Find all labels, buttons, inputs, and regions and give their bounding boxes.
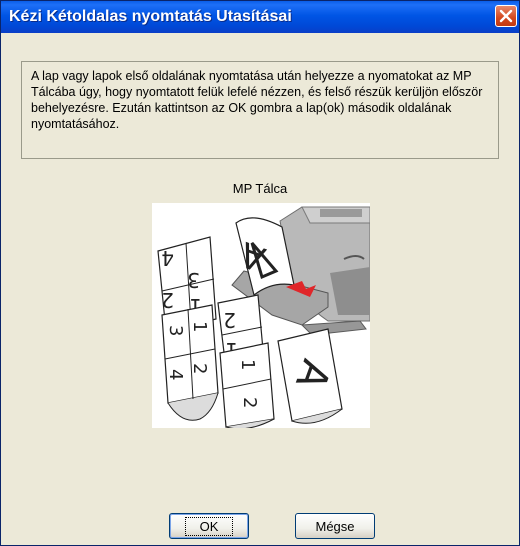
svg-text:1: 1 <box>237 359 258 370</box>
sheet-number-2: 2 <box>161 288 174 312</box>
svg-text:2: 2 <box>239 397 260 408</box>
svg-text:2: 2 <box>223 308 236 332</box>
ok-button-label: OK <box>184 516 234 536</box>
manual-duplex-illustration: A 4 3 2 1 2 1 <box>152 203 371 430</box>
close-button[interactable] <box>495 5 517 27</box>
svg-text:4: 4 <box>165 369 186 380</box>
print-instructions-dialog: Kézi Kétoldalas nyomtatás Utasításai A l… <box>0 0 520 546</box>
instructions-text: A lap vagy lapok első oldalának nyomtatá… <box>31 69 483 131</box>
cancel-button[interactable]: Mégse <box>295 513 375 539</box>
window-title: Kézi Kétoldalas nyomtatás Utasításai <box>9 8 292 25</box>
instructions-box: A lap vagy lapok első oldalának nyomtatá… <box>21 61 499 159</box>
close-icon <box>499 9 513 23</box>
svg-text:3: 3 <box>165 325 186 336</box>
sheet-number-3: 3 <box>187 268 200 292</box>
sheet-stack-bottom-left: 3 1 4 2 <box>161 304 219 421</box>
cancel-button-label: Mégse <box>315 518 355 534</box>
tray-label: MP Tálca <box>232 181 288 196</box>
sheet-bottom-middle: 1 2 <box>219 342 275 430</box>
sheet-bottom-right: A <box>277 328 343 424</box>
ok-button[interactable]: OK <box>169 513 249 539</box>
svg-text:1: 1 <box>189 321 210 332</box>
svg-text:2: 2 <box>189 363 210 374</box>
title-bar[interactable]: Kézi Kétoldalas nyomtatás Utasításai <box>1 1 519 33</box>
sheet-number-4: 4 <box>161 246 174 270</box>
